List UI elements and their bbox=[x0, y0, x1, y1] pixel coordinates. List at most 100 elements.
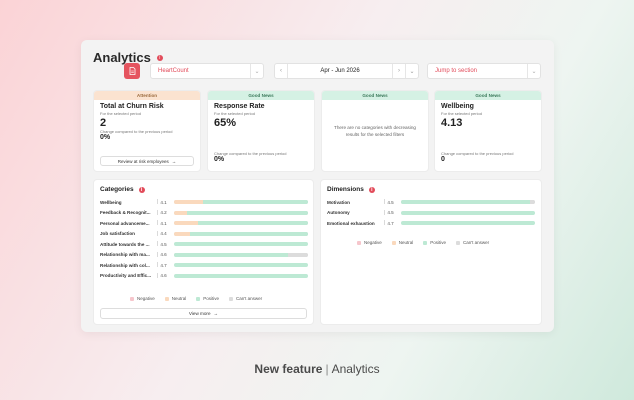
kpi-subtitle: For the selected period bbox=[100, 111, 141, 116]
section-title: Dimensions i bbox=[327, 186, 375, 193]
bar-segment-positive bbox=[187, 210, 308, 215]
kpi-subtitle: For the selected period bbox=[214, 111, 255, 116]
category-score: 4.5 bbox=[160, 241, 167, 247]
separator: | bbox=[384, 209, 386, 216]
kpi-card-wellbeing: Good News Wellbeing For the selected per… bbox=[434, 90, 542, 172]
dimension-label: Autonomy bbox=[327, 210, 350, 215]
category-row[interactable]: Productivity and Effic... | 4.6 bbox=[100, 272, 170, 280]
footer-bold: New feature bbox=[254, 362, 323, 376]
bar-segment-neutral bbox=[174, 200, 204, 204]
section-title: Categories i bbox=[100, 186, 145, 193]
category-row[interactable]: Relationship with ma... | 4.6 bbox=[100, 251, 170, 259]
legend-swatch bbox=[423, 240, 428, 245]
legend-label: Can't answer bbox=[236, 296, 263, 301]
bar-segment-positive bbox=[174, 263, 308, 267]
legend-label: Neutral bbox=[398, 240, 414, 245]
legend-swatch bbox=[196, 296, 201, 301]
category-row[interactable]: Relationship with col... | 4.7 bbox=[100, 261, 170, 269]
legend-label: Negative bbox=[137, 296, 155, 301]
bar-segment-positive bbox=[203, 200, 308, 204]
info-icon[interactable]: i bbox=[138, 186, 145, 193]
category-distribution-bar bbox=[174, 221, 308, 225]
dimension-distribution-bar bbox=[401, 210, 535, 215]
kpi-subtitle: For the selected period bbox=[441, 111, 482, 116]
bar-segment-positive bbox=[190, 231, 308, 236]
bar-segment-positive bbox=[174, 273, 308, 278]
kpi-title: Total at Churn Risk bbox=[100, 103, 164, 110]
separator: | bbox=[157, 241, 159, 247]
categories-title: Categories bbox=[100, 186, 134, 193]
jump-to-section-select[interactable]: Jump to section ⌄ bbox=[427, 63, 541, 79]
dimension-label: Emotional exhaustion bbox=[327, 220, 375, 226]
kpi-value: 4.13 bbox=[441, 117, 463, 129]
category-label: Wellbeing bbox=[100, 199, 122, 205]
category-score: 4.6 bbox=[160, 252, 167, 257]
export-report-button[interactable] bbox=[124, 63, 140, 79]
bar-segment-cant-answer bbox=[529, 200, 535, 204]
review-at-risk-button[interactable]: Review at risk employees → bbox=[100, 156, 194, 166]
bar-segment-cant-answer bbox=[287, 252, 308, 257]
dimension-row[interactable]: Emotional exhaustion | 4.7 bbox=[327, 219, 397, 227]
next-period-icon[interactable]: › bbox=[392, 64, 405, 78]
legend-swatch bbox=[357, 240, 361, 245]
legend-label: Neutral bbox=[171, 296, 187, 301]
category-distribution-bar bbox=[174, 210, 308, 215]
legend-item-positive: Positive bbox=[196, 296, 219, 301]
category-row[interactable]: Feedback & Recognit... | 4.2 bbox=[100, 209, 170, 217]
bar-segment-positive bbox=[174, 242, 308, 246]
company-select[interactable]: HeartCount ⌄ bbox=[150, 63, 264, 79]
kpi-card-categories-news: Good News There are no categories with d… bbox=[321, 90, 429, 172]
legend-label: Can't answer bbox=[463, 240, 490, 245]
analytics-panel: Analytics i HeartCount ⌄ ‹ Apr - Jun 202… bbox=[81, 40, 554, 332]
kpi-change-value: 0 bbox=[441, 156, 445, 163]
category-distribution-bar bbox=[174, 273, 308, 278]
chevron-down-icon: ⌄ bbox=[527, 64, 540, 78]
dimension-distribution-bar bbox=[401, 221, 535, 225]
chevron-down-icon: ⌄ bbox=[250, 64, 263, 78]
legend-swatch bbox=[130, 296, 134, 301]
category-score: 4.6 bbox=[160, 273, 167, 278]
legend-swatch bbox=[164, 296, 169, 301]
dimension-label: Motivation bbox=[327, 199, 350, 205]
category-score: 4.1 bbox=[160, 220, 167, 226]
legend-swatch bbox=[391, 240, 396, 245]
legend-item-negative: Negative bbox=[130, 296, 155, 301]
separator: | bbox=[157, 230, 159, 237]
dimension-score: 4.5 bbox=[387, 210, 394, 215]
dimensions-section: Dimensions i Motivation | 4.5 Autonomy | 4.5 E… bbox=[320, 179, 542, 325]
date-range-value: Apr - Jun 2026 bbox=[320, 68, 360, 74]
category-score: 4.2 bbox=[160, 210, 167, 215]
info-icon[interactable]: i bbox=[156, 54, 163, 61]
category-distribution-bar bbox=[174, 200, 308, 204]
chevron-down-icon: ⌄ bbox=[405, 64, 418, 78]
category-row[interactable]: Wellbeing | 4.1 bbox=[100, 198, 170, 206]
bar-segment-positive bbox=[198, 221, 308, 225]
date-range-select[interactable]: ‹ Apr - Jun 2026 › ⌄ bbox=[274, 63, 419, 79]
bar-segment-neutral bbox=[174, 221, 199, 225]
separator: | bbox=[157, 199, 159, 205]
category-row[interactable]: Attitude towards the ... | 4.5 bbox=[100, 240, 170, 248]
status-badge: Good News bbox=[322, 91, 428, 100]
view-more-button[interactable]: View more → bbox=[100, 308, 307, 319]
category-score: 4.1 bbox=[160, 199, 167, 205]
dimensions-legend: Negative Neutral Positive Can't answer bbox=[357, 240, 489, 245]
legend-item-cant-answer: Can't answer bbox=[456, 240, 489, 245]
status-badge: Attention bbox=[94, 91, 200, 100]
category-label: Feedback & Recognit... bbox=[100, 210, 151, 215]
view-more-label: View more bbox=[188, 311, 211, 316]
info-icon[interactable]: i bbox=[368, 186, 375, 193]
dimension-row[interactable]: Motivation | 4.5 bbox=[327, 198, 397, 206]
prev-period-icon[interactable]: ‹ bbox=[275, 64, 288, 78]
footer-separator: | bbox=[325, 362, 329, 376]
category-row[interactable]: Job satisfaction | 4.4 bbox=[100, 230, 170, 238]
kpi-card-churn-risk: Attention Total at Churn Risk For the se… bbox=[93, 90, 201, 172]
category-distribution-bar bbox=[174, 252, 308, 257]
dimension-distribution-bar bbox=[401, 200, 535, 204]
bar-segment-positive bbox=[401, 210, 535, 215]
separator: | bbox=[157, 272, 159, 279]
kpi-card-response-rate: Good News Response Rate For the selected… bbox=[207, 90, 315, 172]
kpi-value: 65% bbox=[214, 117, 237, 129]
category-row[interactable]: Personal advanceme... | 4.1 bbox=[100, 219, 170, 227]
dimension-row[interactable]: Autonomy | 4.5 bbox=[327, 209, 397, 217]
legend-label: Positive bbox=[430, 240, 447, 245]
